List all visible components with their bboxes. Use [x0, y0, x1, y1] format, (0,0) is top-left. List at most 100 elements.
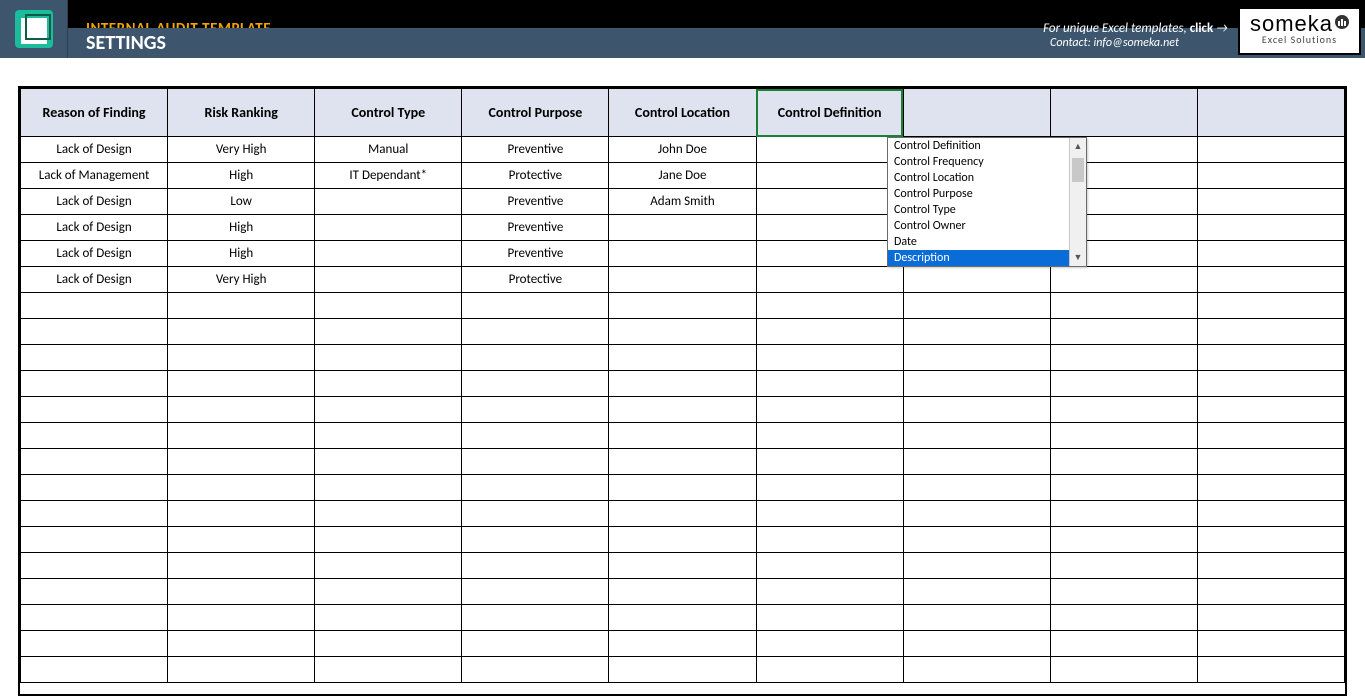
table-cell[interactable] [609, 345, 756, 371]
table-cell[interactable] [756, 345, 903, 371]
table-cell[interactable] [462, 475, 609, 501]
dropdown-scrollbar[interactable]: ▲ ▼ [1069, 138, 1086, 266]
table-cell[interactable] [1197, 579, 1344, 605]
dropdown-option[interactable]: Description [888, 250, 1086, 266]
table-cell[interactable] [21, 475, 168, 501]
dropdown-option[interactable]: Control Purpose [888, 186, 1086, 202]
table-cell[interactable] [756, 137, 903, 163]
table-cell[interactable] [21, 397, 168, 423]
table-cell[interactable] [903, 345, 1050, 371]
table-cell[interactable]: High [168, 163, 315, 189]
table-cell[interactable] [462, 397, 609, 423]
table-cell[interactable] [462, 527, 609, 553]
table-cell[interactable] [609, 449, 756, 475]
table-cell[interactable]: Very High [168, 137, 315, 163]
table-cell[interactable] [756, 189, 903, 215]
table-cell[interactable] [21, 501, 168, 527]
table-cell[interactable] [315, 423, 462, 449]
table-cell[interactable] [1050, 553, 1197, 579]
table-cell[interactable] [609, 319, 756, 345]
table-cell[interactable] [903, 553, 1050, 579]
table-cell[interactable] [168, 605, 315, 631]
table-cell[interactable] [168, 475, 315, 501]
table-cell[interactable] [756, 501, 903, 527]
table-cell[interactable]: Lack of Design [21, 215, 168, 241]
table-cell[interactable] [315, 319, 462, 345]
table-cell[interactable] [315, 241, 462, 267]
table-cell[interactable] [168, 631, 315, 657]
table-cell[interactable] [21, 449, 168, 475]
table-cell[interactable] [1197, 605, 1344, 631]
table-cell[interactable] [609, 605, 756, 631]
scroll-up-icon[interactable]: ▲ [1070, 138, 1086, 155]
table-cell[interactable] [1050, 319, 1197, 345]
table-cell[interactable] [21, 527, 168, 553]
table-cell[interactable] [1197, 371, 1344, 397]
table-cell[interactable]: Lack of Management [21, 163, 168, 189]
column-header[interactable]: Control Definition [756, 89, 903, 137]
table-cell[interactable] [462, 423, 609, 449]
table-cell[interactable] [756, 605, 903, 631]
table-cell[interactable] [756, 657, 903, 683]
dropdown-option[interactable]: Control Frequency [888, 154, 1086, 170]
table-cell[interactable]: Very High [168, 267, 315, 293]
table-cell[interactable] [168, 553, 315, 579]
table-cell[interactable] [756, 475, 903, 501]
table-cell[interactable] [168, 319, 315, 345]
table-cell[interactable]: Low [168, 189, 315, 215]
table-cell[interactable] [168, 527, 315, 553]
table-cell[interactable] [315, 605, 462, 631]
table-cell[interactable] [1197, 657, 1344, 683]
table-cell[interactable] [1050, 267, 1197, 293]
table-cell[interactable] [1050, 371, 1197, 397]
table-cell[interactable] [315, 475, 462, 501]
table-cell[interactable] [609, 267, 756, 293]
table-cell[interactable] [1050, 449, 1197, 475]
table-cell[interactable] [756, 293, 903, 319]
table-cell[interactable] [21, 553, 168, 579]
table-cell[interactable] [315, 657, 462, 683]
table-cell[interactable] [903, 397, 1050, 423]
table-cell[interactable] [903, 423, 1050, 449]
table-cell[interactable]: Preventive [462, 215, 609, 241]
table-cell[interactable] [315, 501, 462, 527]
table-cell[interactable] [609, 371, 756, 397]
table-cell[interactable] [609, 527, 756, 553]
table-cell[interactable]: John Doe [609, 137, 756, 163]
table-cell[interactable] [1197, 319, 1344, 345]
table-cell[interactable]: Manual [315, 137, 462, 163]
table-cell[interactable] [315, 345, 462, 371]
table-cell[interactable] [609, 579, 756, 605]
table-cell[interactable] [1197, 501, 1344, 527]
table-cell[interactable]: Preventive [462, 137, 609, 163]
table-cell[interactable] [315, 293, 462, 319]
table-cell[interactable] [1197, 423, 1344, 449]
table-cell[interactable] [168, 579, 315, 605]
table-cell[interactable] [1197, 631, 1344, 657]
table-cell[interactable] [609, 423, 756, 449]
table-cell[interactable] [1197, 345, 1344, 371]
table-cell[interactable] [315, 631, 462, 657]
table-cell[interactable]: Preventive [462, 241, 609, 267]
table-cell[interactable] [168, 371, 315, 397]
table-cell[interactable] [756, 163, 903, 189]
table-cell[interactable] [21, 345, 168, 371]
table-cell[interactable] [903, 267, 1050, 293]
table-cell[interactable] [903, 501, 1050, 527]
table-cell[interactable]: Lack of Design [21, 137, 168, 163]
table-cell[interactable] [1050, 527, 1197, 553]
table-cell[interactable]: Lack of Design [21, 241, 168, 267]
table-cell[interactable] [1050, 345, 1197, 371]
table-cell[interactable] [609, 631, 756, 657]
settings-table[interactable]: Reason of FindingRisk RankingControl Typ… [20, 88, 1345, 683]
table-cell[interactable] [21, 579, 168, 605]
table-cell[interactable] [609, 241, 756, 267]
table-cell[interactable] [609, 293, 756, 319]
table-cell[interactable] [756, 527, 903, 553]
table-cell[interactable] [609, 475, 756, 501]
dropdown-option[interactable]: Control Location [888, 170, 1086, 186]
table-cell[interactable] [1197, 137, 1344, 163]
table-cell[interactable] [756, 579, 903, 605]
table-cell[interactable] [903, 449, 1050, 475]
table-cell[interactable] [21, 657, 168, 683]
